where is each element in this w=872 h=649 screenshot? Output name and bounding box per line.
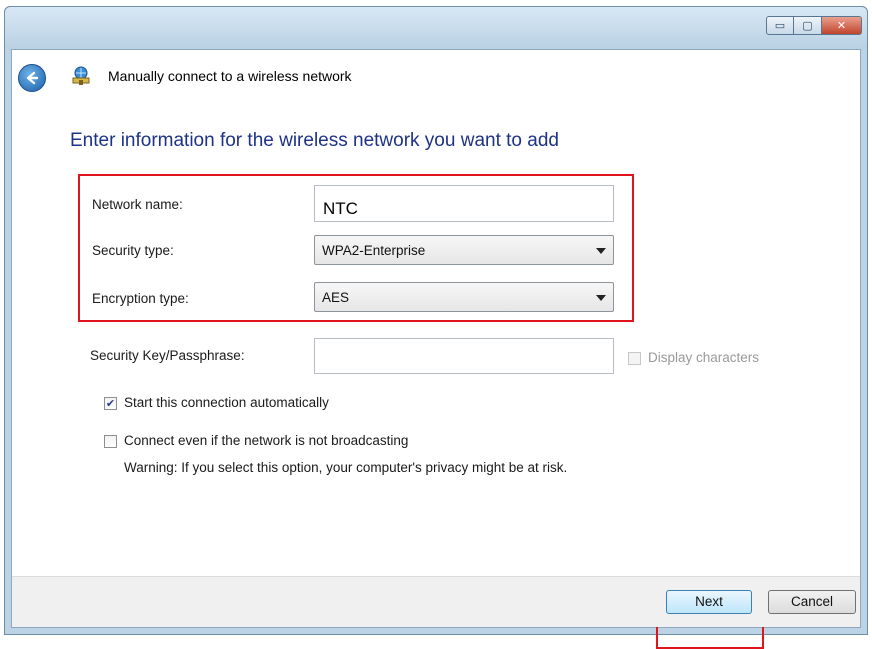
dialog-footer: Next Cancel bbox=[12, 576, 860, 627]
close-button[interactable]: ✕ bbox=[822, 16, 862, 35]
window-controls: ▭ ▢ ✕ bbox=[766, 16, 862, 35]
security-type-value: WPA2-Enterprise bbox=[322, 243, 426, 258]
security-type-label: Security type: bbox=[92, 243, 174, 258]
next-button[interactable]: Next bbox=[666, 590, 752, 614]
wireless-network-icon bbox=[70, 64, 92, 86]
network-name-value: NTC bbox=[323, 199, 358, 218]
network-name-input[interactable]: NTC bbox=[314, 185, 614, 222]
title-bar bbox=[5, 7, 867, 49]
page-heading: Enter information for the wireless netwo… bbox=[70, 130, 559, 151]
encryption-type-value: AES bbox=[322, 290, 350, 305]
maximize-button[interactable]: ▢ bbox=[794, 16, 822, 35]
encryption-type-dropdown[interactable]: AES bbox=[314, 282, 614, 312]
minimize-button[interactable]: ▭ bbox=[766, 16, 794, 35]
start-automatically-checkbox[interactable]: ✔ bbox=[104, 397, 117, 410]
dialog-content: Manually connect to a wireless network E… bbox=[11, 49, 861, 649]
security-type-dropdown[interactable]: WPA2-Enterprise bbox=[314, 235, 614, 265]
chevron-down-icon bbox=[596, 248, 606, 254]
display-characters-label: Display characters bbox=[648, 350, 760, 365]
network-name-label: Network name: bbox=[92, 197, 183, 212]
connect-not-broadcasting-checkbox[interactable] bbox=[104, 435, 117, 448]
encryption-type-label: Encryption type: bbox=[92, 291, 189, 306]
cancel-button[interactable]: Cancel bbox=[768, 590, 856, 614]
dialog-title: Manually connect to a wireless network bbox=[108, 68, 352, 84]
connect-not-broadcasting-label: Connect even if the network is not broad… bbox=[124, 433, 409, 448]
chevron-down-icon bbox=[596, 295, 606, 301]
security-key-label: Security Key/Passphrase: bbox=[90, 348, 245, 363]
dialog-window: ▭ ▢ ✕ Manually connect to a wireless net… bbox=[4, 6, 868, 649]
display-characters-checkbox[interactable] bbox=[628, 352, 641, 365]
security-key-input[interactable] bbox=[314, 338, 614, 374]
back-arrow-icon[interactable] bbox=[18, 64, 46, 92]
back-arrow-icon-glyph bbox=[26, 71, 39, 85]
privacy-warning-text: Warning: If you select this option, your… bbox=[124, 460, 568, 475]
start-automatically-label: Start this connection automatically bbox=[124, 395, 329, 410]
